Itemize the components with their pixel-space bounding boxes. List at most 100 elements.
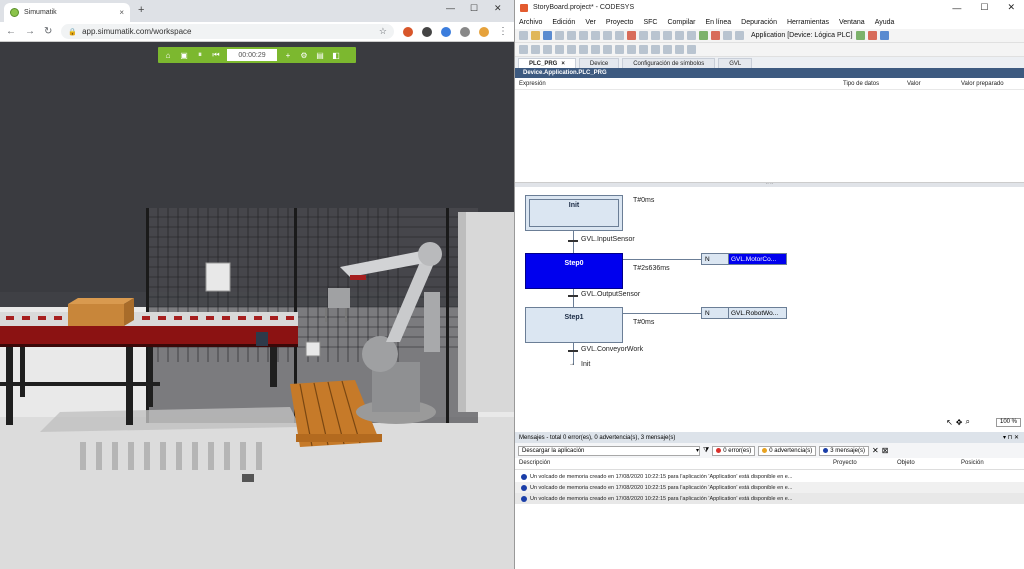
col-valor[interactable]: Valor — [907, 81, 961, 87]
branch-icon[interactable] — [543, 45, 552, 54]
zoom-icon[interactable]: ⌕ — [966, 417, 970, 427]
flow-control-icon[interactable] — [675, 45, 684, 54]
close-tab-icon[interactable]: × — [119, 8, 124, 17]
tab-plc-prg[interactable]: PLC_PRG × — [518, 58, 576, 68]
tab-symbol-configuration[interactable]: Configuración de símbolos — [622, 58, 716, 68]
maximize-button[interactable]: ☐ — [980, 2, 988, 13]
tab-gvl[interactable]: GVL — [718, 58, 753, 68]
action-block-robot[interactable]: N GVL.RobotWo... — [701, 307, 787, 319]
step-icon[interactable] — [519, 45, 528, 54]
col-descripcion[interactable]: Descripción — [515, 460, 833, 469]
transition-bar[interactable] — [568, 350, 578, 352]
bookmark-icon[interactable] — [663, 31, 672, 40]
pointer-icon[interactable]: ↖ — [946, 418, 953, 427]
close-window-button[interactable]: ✕ — [494, 3, 502, 14]
clear-all-icon[interactable]: ⊠ — [882, 446, 889, 455]
extension-icon-1[interactable] — [403, 26, 413, 37]
browser-menu-icon[interactable]: ⋮ — [498, 26, 508, 37]
menu-ver[interactable]: Ver — [585, 19, 596, 26]
jump-target[interactable]: Init — [581, 361, 590, 368]
profile-avatar[interactable] — [479, 26, 489, 37]
find-icon[interactable] — [639, 31, 648, 40]
simulation-3d-viewport[interactable]: ⌂ ▣ ⏸ ⏮ 00:00:29 + ⚙ ▤ ◧ — [0, 42, 514, 569]
delete-icon[interactable] — [627, 31, 636, 40]
warnings-filter-button[interactable]: 0 advertencia(s) — [758, 445, 817, 456]
extension-icon-4[interactable] — [460, 26, 470, 37]
view-icon[interactable]: ◧ — [329, 49, 343, 61]
cut-icon[interactable] — [591, 31, 600, 40]
url-omnibox[interactable]: 🔒 app.simumatik.com/workspace ☆ — [61, 24, 394, 39]
jump-icon[interactable] — [555, 45, 564, 54]
start-icon[interactable] — [855, 31, 865, 40]
bookmark-star-icon[interactable]: ☆ — [379, 26, 387, 37]
step-out-icon[interactable] — [627, 45, 636, 54]
tab-device[interactable]: Device — [578, 58, 620, 68]
menu-en-linea[interactable]: En línea — [705, 19, 731, 26]
transition-bar[interactable] — [568, 240, 578, 242]
force-values-icon[interactable] — [651, 45, 660, 54]
menu-depuracion[interactable]: Depuración — [741, 19, 777, 26]
login-icon[interactable] — [699, 31, 708, 40]
message-row[interactable]: Un volcado de memoria creado en 17/08/20… — [515, 493, 1024, 504]
message-source-dropdown[interactable]: Descargar la aplicación ▾ — [518, 445, 700, 456]
transition-conveyor-work[interactable]: GVL.ConveyorWork — [581, 346, 643, 353]
transition-icon[interactable] — [531, 45, 540, 54]
paste-icon[interactable] — [615, 31, 624, 40]
device-icon[interactable] — [723, 31, 732, 40]
pan-icon[interactable]: ✥ — [956, 418, 963, 427]
maximize-button[interactable]: ☐ — [470, 3, 478, 14]
sfc-step-step0[interactable]: Step0 — [525, 253, 623, 289]
reset-icon[interactable] — [879, 31, 889, 40]
new-icon[interactable] — [519, 31, 528, 40]
extension-icon-2[interactable] — [422, 26, 432, 37]
rewind-icon[interactable]: ⏮ — [209, 49, 223, 61]
replace-icon[interactable] — [651, 31, 660, 40]
close-tab-icon[interactable]: × — [561, 61, 565, 67]
errors-filter-button[interactable]: 0 error(es) — [712, 445, 756, 456]
write-values-icon[interactable] — [639, 45, 648, 54]
extension-icon-3[interactable] — [441, 26, 451, 37]
declaration-area[interactable] — [515, 90, 1024, 183]
redo-icon[interactable] — [579, 31, 588, 40]
sfc-step-step1[interactable]: Step1 — [525, 307, 623, 343]
open-icon[interactable] — [531, 31, 540, 40]
action-icon[interactable] — [579, 45, 588, 54]
minimize-button[interactable]: — — [446, 3, 455, 13]
save-icon[interactable]: ▣ — [177, 49, 191, 61]
stop-icon[interactable] — [867, 31, 877, 40]
zoom-level[interactable]: 100 % — [995, 417, 1021, 427]
breakpoint-icon[interactable] — [591, 45, 600, 54]
minimize-button[interactable]: — — [952, 3, 961, 13]
add-icon[interactable]: + — [281, 49, 295, 61]
menu-proyecto[interactable]: Proyecto — [606, 19, 634, 26]
filter-icon[interactable]: ⧩ — [703, 447, 709, 455]
step-over-icon[interactable] — [615, 45, 624, 54]
copy-icon[interactable] — [603, 31, 612, 40]
info-filter-button[interactable]: 3 mensaje(s) — [819, 445, 869, 456]
application-selector[interactable]: Application [Device: Lógica PLC] — [751, 32, 853, 39]
col-posicion[interactable]: Posición — [961, 460, 1021, 469]
new-tab-button[interactable]: + — [138, 4, 144, 16]
col-objeto[interactable]: Objeto — [897, 460, 961, 469]
print-icon[interactable] — [555, 31, 564, 40]
action-block-motor[interactable]: N GVL.MotorCo... — [701, 253, 787, 265]
reload-icon[interactable]: ↻ — [44, 26, 52, 37]
settings-icon[interactable]: ⚙ — [297, 49, 311, 61]
rebuild-icon[interactable] — [687, 31, 696, 40]
menu-edicion[interactable]: Edición — [552, 19, 575, 26]
transition-bar[interactable] — [568, 295, 578, 297]
sfc-step-init[interactable]: Init — [525, 195, 623, 231]
build-icon[interactable] — [675, 31, 684, 40]
panel-controls[interactable]: ▾ ⊓ ✕ — [1003, 434, 1019, 441]
close-window-button[interactable]: ✕ — [1007, 2, 1015, 13]
browser-tab-simumatik[interactable]: Simumatik × — [4, 3, 130, 22]
forward-icon[interactable]: → — [25, 26, 35, 37]
col-valor-preparado[interactable]: Valor preparado — [961, 81, 1021, 87]
sfc-editor[interactable]: Init T#0ms GVL.InputSensor Step0 T#2s636… — [515, 187, 1024, 427]
back-icon[interactable]: ← — [6, 26, 16, 37]
display-mode-icon[interactable] — [687, 45, 696, 54]
save-icon[interactable] — [543, 31, 552, 40]
message-row[interactable]: Un volcado de memoria creado en 17/08/20… — [515, 471, 1024, 482]
unforce-icon[interactable] — [663, 45, 672, 54]
col-expresion[interactable]: Expresión — [515, 81, 843, 87]
